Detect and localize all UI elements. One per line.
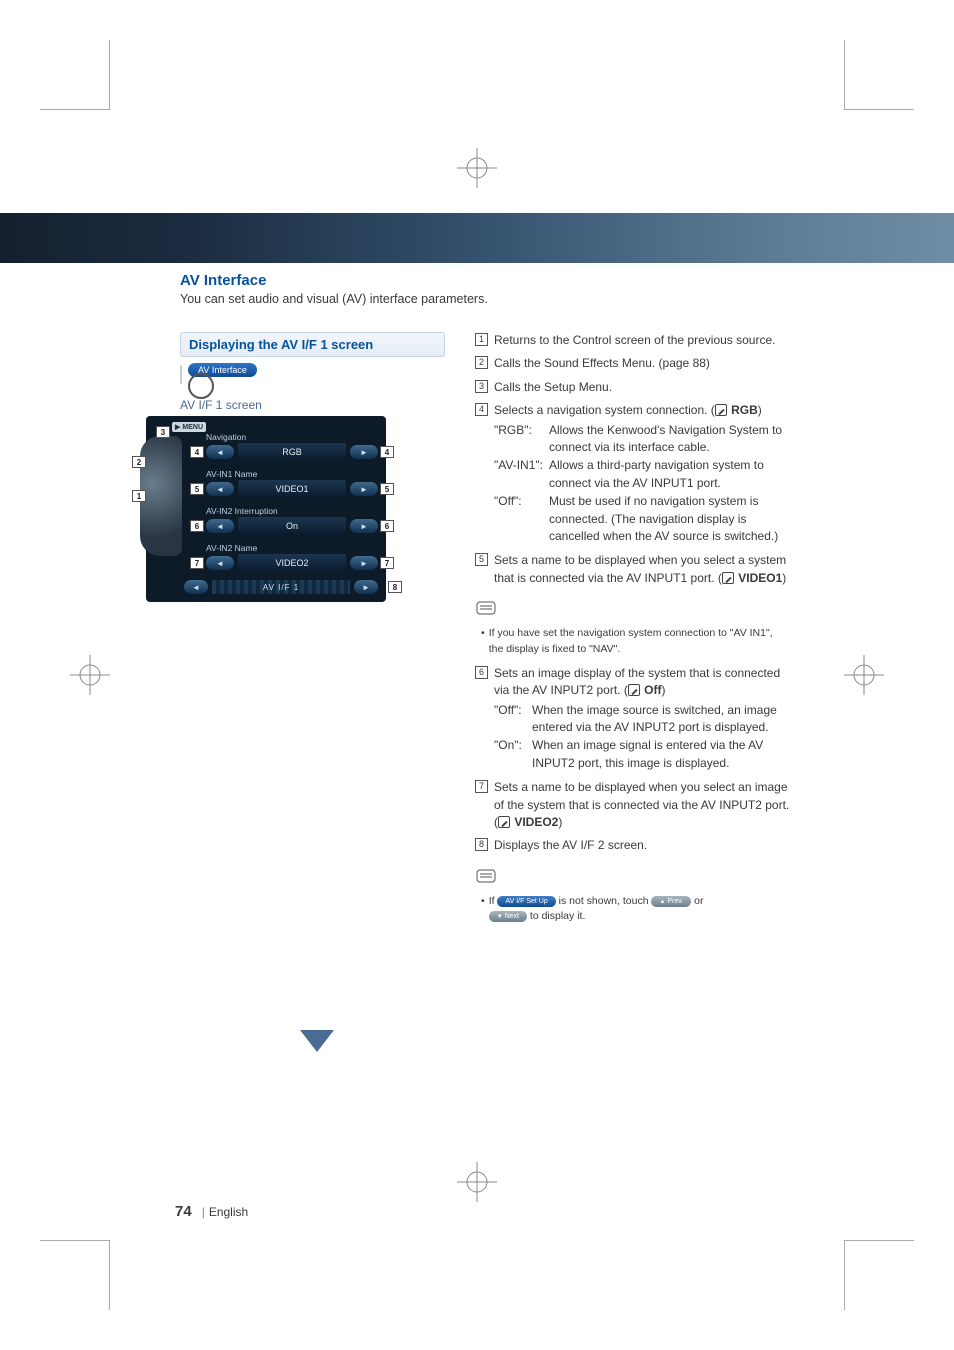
row-label: Navigation bbox=[206, 432, 378, 442]
num-8: 8 bbox=[475, 838, 488, 851]
num-2: 2 bbox=[475, 356, 488, 369]
registration-mark bbox=[844, 655, 884, 695]
desc-5: Sets a name to be displayed when you sel… bbox=[494, 552, 790, 587]
callout-7b: 7 bbox=[380, 557, 394, 569]
pencil-icon bbox=[628, 684, 640, 696]
value-display: RGB bbox=[238, 443, 346, 461]
scroll-right-button: ► bbox=[354, 580, 378, 594]
num-3: 3 bbox=[475, 380, 488, 393]
note-icon bbox=[475, 599, 497, 622]
screen-caption: AV I/F 1 screen bbox=[180, 398, 445, 412]
crop-mark bbox=[844, 40, 914, 110]
registration-mark bbox=[457, 148, 497, 188]
prev-button: ◄ bbox=[206, 519, 234, 533]
num-4: 4 bbox=[475, 403, 488, 416]
desc-3: Calls the Setup Menu. bbox=[494, 379, 790, 396]
row-label: AV-IN1 Name bbox=[206, 469, 378, 479]
value-display: VIDEO2 bbox=[238, 554, 346, 572]
crop-mark bbox=[40, 40, 110, 110]
desc-2: Calls the Sound Effects Menu. (page 88) bbox=[494, 355, 790, 372]
pill-prev: ▲ Prev. bbox=[651, 896, 691, 907]
desc-8: Displays the AV I/F 2 screen. bbox=[494, 837, 790, 854]
row-label: AV-IN2 Name bbox=[206, 543, 378, 553]
pencil-icon bbox=[715, 404, 727, 416]
touch-gesture-icon bbox=[180, 365, 182, 384]
pill-next: ▼ Next bbox=[489, 911, 527, 922]
note-8: • If AV I/F Set Up is not shown, touch ▲… bbox=[481, 894, 790, 924]
value-display: VIDEO1 bbox=[238, 480, 346, 498]
header-band bbox=[0, 213, 954, 263]
row-label: AV-IN2 Interruption bbox=[206, 506, 378, 516]
crop-mark bbox=[40, 1240, 110, 1310]
prev-button: ◄ bbox=[206, 445, 234, 459]
num-6: 6 bbox=[475, 666, 488, 679]
registration-mark bbox=[457, 1162, 497, 1202]
pill-avif-setup: AV I/F Set Up bbox=[497, 896, 555, 907]
callout-2: 2 bbox=[132, 456, 146, 468]
num-5: 5 bbox=[475, 553, 488, 566]
desc-4: Selects a navigation system connection. … bbox=[494, 402, 790, 546]
section-subtitle: You can set audio and visual (AV) interf… bbox=[180, 292, 790, 306]
callout-8: 8 bbox=[388, 581, 402, 593]
note-5: •If you have set the navigation system c… bbox=[481, 626, 790, 656]
callout-5b: 5 bbox=[380, 483, 394, 495]
callout-5: 5 bbox=[190, 483, 204, 495]
desc-6: Sets an image display of the system that… bbox=[494, 665, 790, 773]
callout-4: 4 bbox=[190, 446, 204, 458]
desc-7: Sets a name to be displayed when you sel… bbox=[494, 779, 790, 831]
screen-title: AV I/F 1 bbox=[212, 580, 350, 594]
num-1: 1 bbox=[475, 333, 488, 346]
callout-7: 7 bbox=[190, 557, 204, 569]
callout-3: 3 bbox=[156, 426, 170, 438]
menu-button: ▶MENU bbox=[172, 422, 206, 432]
callout-4b: 4 bbox=[380, 446, 394, 458]
callout-1: 1 bbox=[132, 490, 146, 502]
next-button: ► bbox=[350, 445, 378, 459]
pencil-icon bbox=[722, 572, 734, 584]
note-icon bbox=[475, 867, 497, 890]
device-screenshot: ▶MENU 3 2 1 Navigation 4 ◄ RGB ► 4 AV-IN… bbox=[146, 416, 386, 602]
num-7: 7 bbox=[475, 780, 488, 793]
subhead: Displaying the AV I/F 1 screen bbox=[180, 332, 445, 357]
next-button: ► bbox=[350, 519, 378, 533]
section-title: AV Interface bbox=[180, 272, 790, 289]
callout-6b: 6 bbox=[380, 520, 394, 532]
next-button: ► bbox=[350, 482, 378, 496]
crop-mark bbox=[844, 1240, 914, 1310]
prev-button: ◄ bbox=[206, 556, 234, 570]
desc-1: Returns to the Control screen of the pre… bbox=[494, 332, 790, 349]
page-footer: 74|English bbox=[175, 1203, 248, 1220]
next-button: ► bbox=[350, 556, 378, 570]
callout-6: 6 bbox=[190, 520, 204, 532]
registration-mark bbox=[70, 655, 110, 695]
continue-arrow-icon bbox=[300, 1030, 334, 1057]
prev-button: ◄ bbox=[206, 482, 234, 496]
step-row: AV Interface bbox=[180, 363, 445, 384]
value-display: On bbox=[238, 517, 346, 535]
pencil-icon bbox=[498, 816, 510, 828]
scroll-left-button: ◄ bbox=[184, 580, 208, 594]
